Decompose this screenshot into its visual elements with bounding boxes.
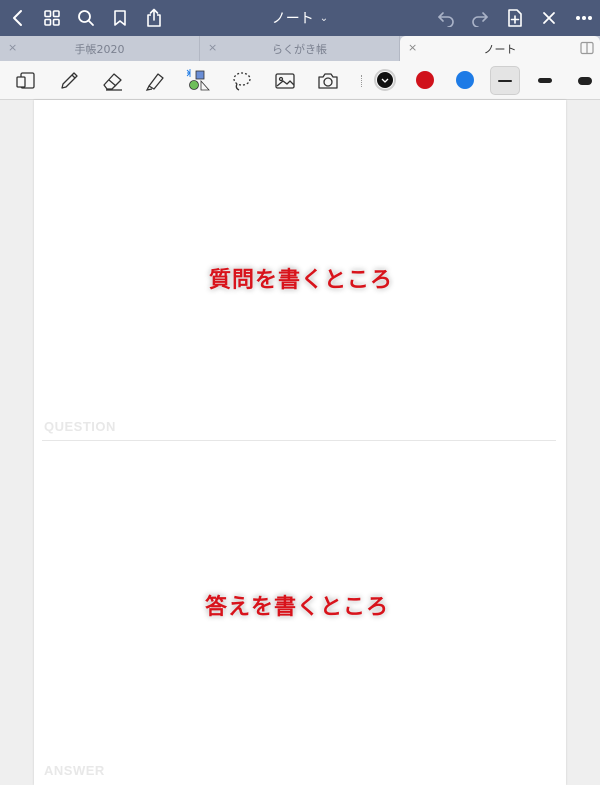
document-tab-bar: × 手帳2020 × らくがき帳 × ノート bbox=[0, 36, 600, 61]
note-page[interactable]: 質問を書くところ QUESTION 答えを書くところ ANSWER bbox=[34, 100, 566, 785]
toolbar-separator bbox=[361, 75, 362, 87]
redo-icon[interactable] bbox=[468, 6, 492, 30]
pen-icon[interactable] bbox=[56, 68, 82, 94]
stroke-width-medium[interactable] bbox=[530, 66, 560, 95]
highlighter-icon[interactable] bbox=[143, 68, 169, 94]
bookmark-icon[interactable] bbox=[108, 6, 132, 30]
tab-close-icon[interactable]: × bbox=[208, 41, 217, 54]
grid-icon[interactable] bbox=[40, 6, 64, 30]
tab-note[interactable]: × ノート bbox=[400, 36, 600, 61]
lasso-icon[interactable] bbox=[229, 68, 255, 94]
tab-label[interactable]: ノート bbox=[400, 41, 600, 57]
note-canvas[interactable]: 質問を書くところ QUESTION 答えを書くところ ANSWER bbox=[0, 100, 600, 785]
stroke-width-thin[interactable] bbox=[490, 66, 520, 95]
color-swatch-black[interactable] bbox=[374, 69, 396, 91]
color-swatch-blue[interactable] bbox=[456, 71, 474, 89]
tab-techo2020[interactable]: × 手帳2020 bbox=[0, 36, 200, 61]
section-divider bbox=[42, 440, 556, 441]
question-handwriting: 質問を書くところ bbox=[209, 267, 394, 293]
question-label: QUESTION bbox=[44, 419, 116, 434]
add-page-icon[interactable] bbox=[503, 6, 527, 30]
image-icon[interactable] bbox=[272, 68, 298, 94]
answer-label: ANSWER bbox=[44, 763, 105, 778]
split-view-icon[interactable] bbox=[580, 41, 594, 55]
drawing-toolbar bbox=[0, 61, 600, 100]
chevron-left-icon[interactable] bbox=[6, 6, 30, 30]
answer-handwriting: 答えを書くところ bbox=[205, 594, 390, 620]
share-icon[interactable] bbox=[142, 6, 166, 30]
tab-label[interactable]: らくがき帳 bbox=[200, 41, 399, 57]
top-navigation-bar: ノート ⌄ bbox=[0, 0, 600, 36]
undo-icon[interactable] bbox=[434, 6, 458, 30]
page-thumbnail-icon[interactable] bbox=[13, 68, 39, 94]
tab-close-icon[interactable]: × bbox=[8, 41, 17, 54]
tab-close-icon[interactable]: × bbox=[408, 41, 417, 54]
color-swatch-red[interactable] bbox=[416, 71, 434, 89]
close-icon[interactable] bbox=[537, 6, 561, 30]
chevron-down-icon[interactable]: ⌄ bbox=[320, 13, 328, 24]
camera-icon[interactable] bbox=[315, 68, 341, 94]
more-icon[interactable] bbox=[572, 6, 596, 30]
search-icon[interactable] bbox=[74, 6, 98, 30]
tab-rakugakicho[interactable]: × らくがき帳 bbox=[200, 36, 400, 61]
shapes-icon[interactable] bbox=[186, 68, 212, 94]
tab-label[interactable]: 手帳2020 bbox=[0, 41, 199, 57]
stroke-width-thick[interactable] bbox=[570, 66, 600, 95]
document-title-label[interactable]: ノート bbox=[272, 8, 314, 28]
eraser-icon[interactable] bbox=[100, 68, 126, 94]
